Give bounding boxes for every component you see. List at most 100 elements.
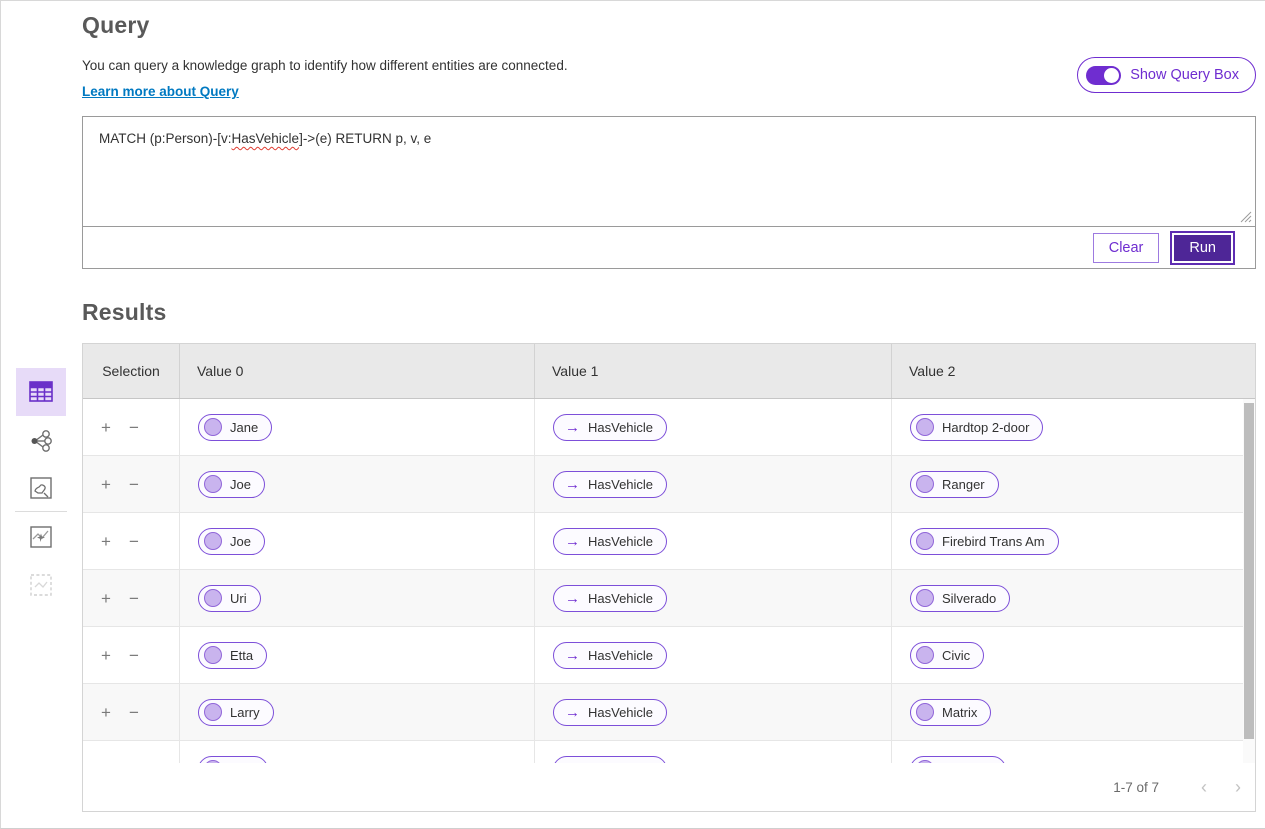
- remove-from-selection-button[interactable]: −: [129, 647, 139, 664]
- entity-icon: [916, 589, 934, 607]
- run-button[interactable]: Run: [1172, 233, 1233, 263]
- remove-from-selection-button[interactable]: −: [129, 476, 139, 493]
- entity-pill[interactable]: Civic: [910, 642, 984, 669]
- entity-pill[interactable]: Jane: [198, 414, 272, 441]
- remove-from-selection-button[interactable]: −: [129, 533, 139, 550]
- column-header-value2: Value 2: [892, 344, 1255, 398]
- entity-pill[interactable]: Silverado: [910, 585, 1010, 612]
- scrollbar-thumb[interactable]: [1244, 403, 1254, 739]
- add-to-selection-button[interactable]: +: [101, 419, 111, 436]
- link-chart-icon: [29, 430, 53, 452]
- value1-cell: → HasVehicle: [535, 570, 892, 626]
- entity-icon: [204, 703, 222, 721]
- new-map-button[interactable]: [16, 513, 66, 561]
- value2-cell: Matrix: [892, 684, 1255, 740]
- add-to-selection-button[interactable]: +: [101, 533, 111, 550]
- toggle-switch-icon: [1086, 66, 1121, 85]
- table-row: + − Joe → HasVehicle Firebird Trans Am: [83, 513, 1255, 570]
- toggle-label: Show Query Box: [1130, 67, 1239, 83]
- entity-icon: [204, 475, 222, 493]
- add-to-selection-button[interactable]: +: [101, 761, 111, 764]
- relationship-pill[interactable]: → HasVehicle: [553, 528, 667, 555]
- remove-from-selection-button[interactable]: −: [129, 590, 139, 607]
- relationship-arrow-icon: →: [565, 534, 580, 549]
- remove-from-selection-button[interactable]: −: [129, 419, 139, 436]
- entity-pill[interactable]: Uri: [198, 585, 261, 612]
- table-view-button[interactable]: [16, 368, 66, 416]
- value1-cell: → HasVehicle: [535, 627, 892, 683]
- relationship-arrow-icon: →: [565, 648, 580, 663]
- remove-from-selection-button[interactable]: −: [129, 704, 139, 721]
- table-row: + − Lisa → HasVehicle Mustang: [83, 741, 1255, 763]
- pagination-bar: 1-7 of 7 ‹ ›: [83, 763, 1255, 811]
- map-view-button[interactable]: [16, 464, 66, 512]
- resize-handle[interactable]: [1240, 211, 1252, 223]
- value0-cell: Jane: [180, 399, 535, 455]
- add-to-map-button[interactable]: [16, 561, 66, 609]
- value2-cell: Silverado: [892, 570, 1255, 626]
- entity-pill[interactable]: Hardtop 2-door: [910, 414, 1043, 441]
- query-panel: Query You can query a knowledge graph to…: [0, 0, 1265, 829]
- entity-pill[interactable]: Ranger: [910, 471, 999, 498]
- value1-cell: → HasVehicle: [535, 399, 892, 455]
- relationship-pill[interactable]: → HasVehicle: [553, 699, 667, 726]
- entity-icon: [916, 760, 934, 763]
- entity-icon: [204, 646, 222, 664]
- entity-pill[interactable]: Matrix: [910, 699, 991, 726]
- value0-cell: Joe: [180, 456, 535, 512]
- learn-more-link[interactable]: Learn more about Query: [82, 84, 239, 99]
- selection-cell: + −: [83, 741, 180, 763]
- entity-icon: [204, 760, 222, 763]
- entity-pill[interactable]: Firebird Trans Am: [910, 528, 1059, 555]
- value0-cell: Uri: [180, 570, 535, 626]
- entity-pill[interactable]: Joe: [198, 471, 265, 498]
- selection-cell: + −: [83, 627, 180, 683]
- add-to-selection-button[interactable]: +: [101, 590, 111, 607]
- table-icon: [29, 381, 53, 403]
- relationship-pill[interactable]: → HasVehicle: [553, 414, 667, 441]
- relationship-pill[interactable]: → HasVehicle: [553, 585, 667, 612]
- add-to-selection-button[interactable]: +: [101, 704, 111, 721]
- clear-button[interactable]: Clear: [1093, 233, 1160, 263]
- entity-pill[interactable]: Larry: [198, 699, 274, 726]
- relationship-arrow-icon: →: [565, 705, 580, 720]
- column-header-value0: Value 0: [180, 344, 535, 398]
- map-icon: [30, 477, 52, 499]
- entity-icon: [916, 418, 934, 436]
- value1-cell: → HasVehicle: [535, 456, 892, 512]
- entity-icon: [204, 532, 222, 550]
- value2-cell: Firebird Trans Am: [892, 513, 1255, 569]
- entity-pill[interactable]: Lisa: [198, 756, 268, 764]
- entity-icon: [916, 703, 934, 721]
- query-input[interactable]: MATCH (p:Person)-[v:HasVehicle]->(e) RET…: [83, 117, 1255, 226]
- relationship-arrow-icon: →: [565, 420, 580, 435]
- entity-pill[interactable]: Mustang: [910, 756, 1006, 764]
- pagination-range-label: 1-7 of 7: [1113, 780, 1159, 795]
- table-row: + − Uri → HasVehicle Silverado: [83, 570, 1255, 627]
- remove-from-selection-button[interactable]: −: [129, 761, 139, 764]
- value0-cell: Lisa: [180, 741, 535, 763]
- value0-cell: Larry: [180, 684, 535, 740]
- relationship-pill[interactable]: → HasVehicle: [553, 642, 667, 669]
- selection-cell: + −: [83, 513, 180, 569]
- link-chart-view-button[interactable]: [16, 417, 66, 465]
- pagination-next-button[interactable]: ›: [1221, 778, 1255, 796]
- relationship-pill[interactable]: → HasVehicle: [553, 756, 667, 764]
- add-to-selection-button[interactable]: +: [101, 476, 111, 493]
- entity-icon: [204, 418, 222, 436]
- value1-cell: → HasVehicle: [535, 741, 892, 763]
- table-row: + − Larry → HasVehicle Matrix: [83, 684, 1255, 741]
- value2-cell: Hardtop 2-door: [892, 399, 1255, 455]
- query-footer: Clear Run: [83, 226, 1255, 268]
- entity-pill[interactable]: Etta: [198, 642, 267, 669]
- relationship-pill[interactable]: → HasVehicle: [553, 471, 667, 498]
- misspelled-word: HasVehicle: [232, 131, 300, 146]
- entity-pill[interactable]: Joe: [198, 528, 265, 555]
- show-query-box-toggle[interactable]: Show Query Box: [1077, 57, 1256, 93]
- value2-cell: Civic: [892, 627, 1255, 683]
- add-to-selection-button[interactable]: +: [101, 647, 111, 664]
- pagination-prev-button[interactable]: ‹: [1187, 778, 1221, 796]
- page-title: Query: [82, 1, 1256, 39]
- value0-cell: Etta: [180, 627, 535, 683]
- table-scrollbar[interactable]: [1243, 399, 1255, 763]
